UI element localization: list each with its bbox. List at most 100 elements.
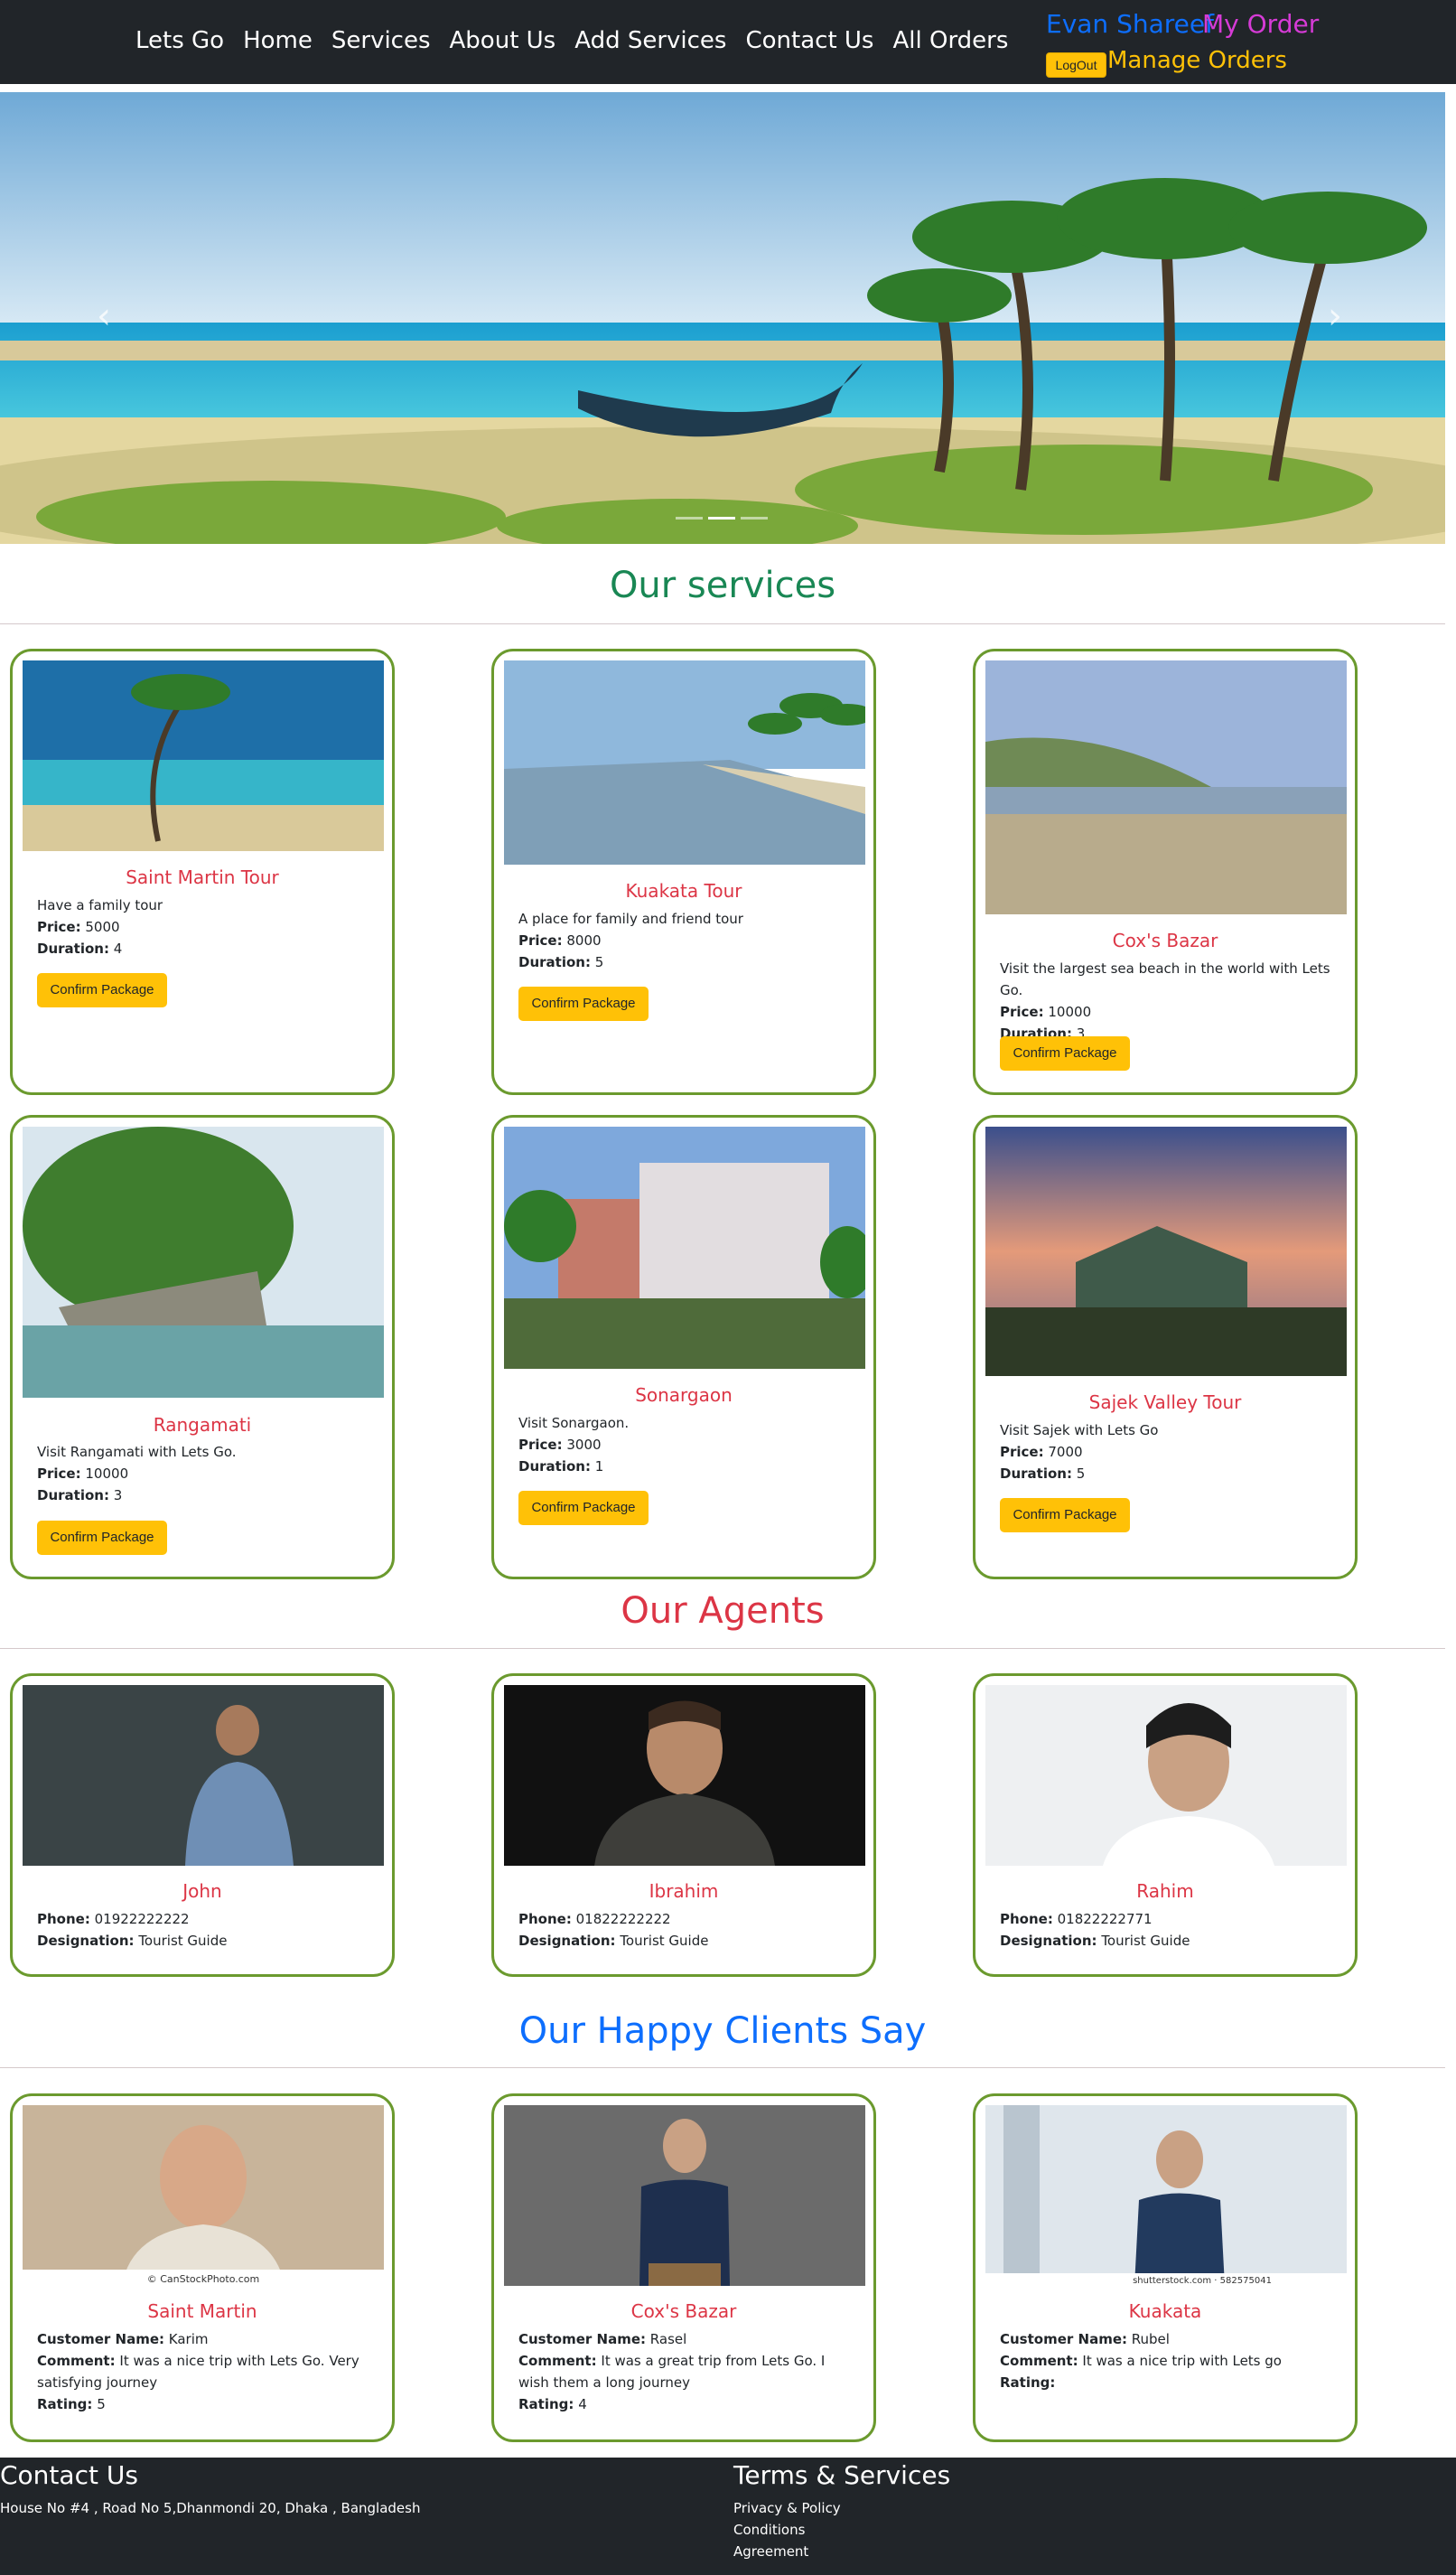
carousel-indicator[interactable] [676, 517, 703, 520]
carousel-indicators [676, 517, 768, 520]
service-title: Rangamati [153, 1414, 252, 1436]
service-image [985, 1127, 1347, 1376]
nav-link-add-services[interactable]: Add Services [574, 27, 726, 54]
service-card: Sajek Valley Tour Visit Sajek with Lets … [973, 1115, 1358, 1579]
carousel-indicator-active[interactable] [708, 517, 735, 520]
service-image [23, 1127, 384, 1398]
agent-phone: Phone: 01822222771 [1000, 1911, 1153, 1927]
client-photo-watermark: shutterstock.com · 582575041 [1133, 2276, 1272, 2286]
services-title: Our services [609, 565, 836, 606]
service-details: Visit Sajek with Lets Go Price: 7000 Dur… [1000, 1419, 1339, 1484]
agent-phone: Phone: 01822222222 [518, 1911, 671, 1927]
service-price: Price: 10000 [37, 1465, 129, 1482]
agent-photo [985, 1685, 1347, 1866]
service-description: Visit the largest sea beach in the world… [1000, 960, 1330, 998]
agent-card: John Phone: 01922222222 Designation: Tou… [10, 1673, 395, 1977]
service-description: Visit Sonargaon. [518, 1415, 630, 1431]
confirm-package-button[interactable]: Confirm Package [1000, 1498, 1130, 1532]
service-details: A place for family and friend tour Price… [518, 908, 857, 973]
agent-designation: Designation: Tourist Guide [518, 1933, 709, 1949]
agent-card: Ibrahim Phone: 01822222222 Designation: … [491, 1673, 876, 1977]
service-price: Price: 7000 [1000, 1444, 1083, 1460]
service-image [985, 660, 1347, 914]
client-details: Customer Name: Karim Comment: It was a n… [37, 2328, 376, 2415]
client-rating: Rating: 4 [518, 2396, 587, 2412]
service-title: Sajek Valley Tour [1088, 1391, 1242, 1413]
service-details: Visit the largest sea beach in the world… [1000, 958, 1339, 1044]
client-rating: Rating: 5 [37, 2396, 106, 2412]
service-details: Have a family tour Price: 5000 Duration:… [37, 894, 376, 960]
service-duration: Duration: 1 [518, 1458, 604, 1475]
footer-contact-title: Contact Us [0, 2460, 138, 2490]
clients-title: Our Happy Clients Say [518, 2010, 927, 2052]
my-order-link[interactable]: My Order [1202, 9, 1319, 39]
carousel-indicator[interactable] [741, 517, 768, 520]
client-name: Customer Name: Karim [37, 2331, 209, 2347]
navbar: Lets Go Home Services About Us Add Servi… [0, 0, 1456, 84]
service-title: Saint Martin Tour [126, 866, 279, 888]
client-card: © CanStockPhoto.com Saint Martin Custome… [10, 2093, 395, 2442]
nav-link-services[interactable]: Services [331, 27, 431, 54]
divider [0, 1648, 1445, 1649]
nav-links: Lets Go Home Services About Us Add Servi… [135, 27, 1008, 54]
confirm-package-button[interactable]: Confirm Package [518, 987, 649, 1021]
client-name: Customer Name: Rasel [518, 2331, 687, 2347]
footer-terms-links: Privacy & Policy Conditions Agreement [733, 2497, 950, 2562]
agent-phone: Phone: 01922222222 [37, 1911, 190, 1927]
agent-name: Rahim [1136, 1880, 1194, 1902]
nav-link-home[interactable]: Home [243, 27, 313, 54]
client-rating: Rating: [1000, 2374, 1056, 2391]
footer-link-conditions[interactable]: Conditions [733, 2519, 950, 2541]
confirm-package-button[interactable]: Confirm Package [37, 973, 167, 1007]
client-photo-watermark: © CanStockPhoto.com [147, 2273, 260, 2285]
service-card: Kuakata Tour A place for family and frie… [491, 649, 876, 1095]
footer-link-agreement[interactable]: Agreement [733, 2541, 950, 2562]
agent-details: Phone: 01822222771 Designation: Tourist … [1000, 1908, 1339, 1952]
service-image [504, 660, 865, 865]
client-photo: shutterstock.com · 582575041 [985, 2105, 1347, 2286]
service-description: A place for family and friend tour [518, 911, 743, 927]
client-details: Customer Name: Rasel Comment: It was a g… [518, 2328, 857, 2415]
service-duration: Duration: 4 [37, 941, 123, 957]
confirm-package-button[interactable]: Confirm Package [518, 1491, 649, 1525]
service-duration: Duration: 3 [37, 1487, 123, 1503]
agent-designation: Designation: Tourist Guide [1000, 1933, 1190, 1949]
service-title: Cox's Bazar [1112, 930, 1218, 951]
service-duration: Duration: 5 [1000, 1465, 1086, 1482]
nav-link-all-orders[interactable]: All Orders [892, 27, 1008, 54]
service-duration: Duration: 5 [518, 954, 604, 970]
service-card: Rangamati Visit Rangamati with Lets Go. … [10, 1115, 395, 1579]
service-image [23, 660, 384, 851]
nav-link-contact-us[interactable]: Contact Us [745, 27, 873, 54]
nav-link-lets-go[interactable]: Lets Go [135, 27, 224, 54]
agent-name: John [182, 1880, 222, 1902]
client-name: Customer Name: Rubel [1000, 2331, 1170, 2347]
client-place: Kuakata [1128, 2300, 1202, 2322]
service-price: Price: 3000 [518, 1437, 602, 1453]
client-card: Cox's Bazar Customer Name: Rasel Comment… [491, 2093, 876, 2442]
service-card: Sonargaon Visit Sonargaon. Price: 3000 D… [491, 1115, 876, 1579]
divider [0, 623, 1445, 624]
nav-link-about-us[interactable]: About Us [450, 27, 556, 54]
agent-designation: Designation: Tourist Guide [37, 1933, 228, 1949]
agent-details: Phone: 01822222222 Designation: Tourist … [518, 1908, 857, 1952]
footer: Contact Us House No #4 , Road No 5,Dhanm… [0, 2458, 1456, 2575]
confirm-package-button[interactable]: Confirm Package [1000, 1036, 1130, 1071]
service-description: Visit Sajek with Lets Go [1000, 1422, 1159, 1438]
logout-button[interactable]: LogOut [1046, 52, 1106, 78]
carousel-next-button[interactable]: › [1328, 295, 1342, 337]
client-photo [504, 2105, 865, 2286]
service-details: Visit Sonargaon. Price: 3000 Duration: 1 [518, 1412, 857, 1477]
confirm-package-button[interactable]: Confirm Package [37, 1521, 167, 1555]
client-comment: Comment: It was a great trip from Lets G… [518, 2353, 826, 2391]
manage-orders-link[interactable]: Manage Orders [1107, 47, 1287, 74]
service-card: Saint Martin Tour Have a family tour Pri… [10, 649, 395, 1095]
footer-terms-title: Terms & Services [733, 2460, 951, 2490]
agent-photo [504, 1685, 865, 1866]
footer-link-privacy[interactable]: Privacy & Policy [733, 2497, 950, 2519]
footer-terms: Terms & Services Privacy & Policy Condit… [733, 2458, 950, 2562]
carousel-prev-button[interactable]: ‹ [97, 295, 111, 337]
agent-card: Rahim Phone: 01822222771 Designation: To… [973, 1673, 1358, 1977]
agent-name: Ibrahim [649, 1880, 719, 1902]
client-photo: © CanStockPhoto.com [23, 2105, 384, 2286]
